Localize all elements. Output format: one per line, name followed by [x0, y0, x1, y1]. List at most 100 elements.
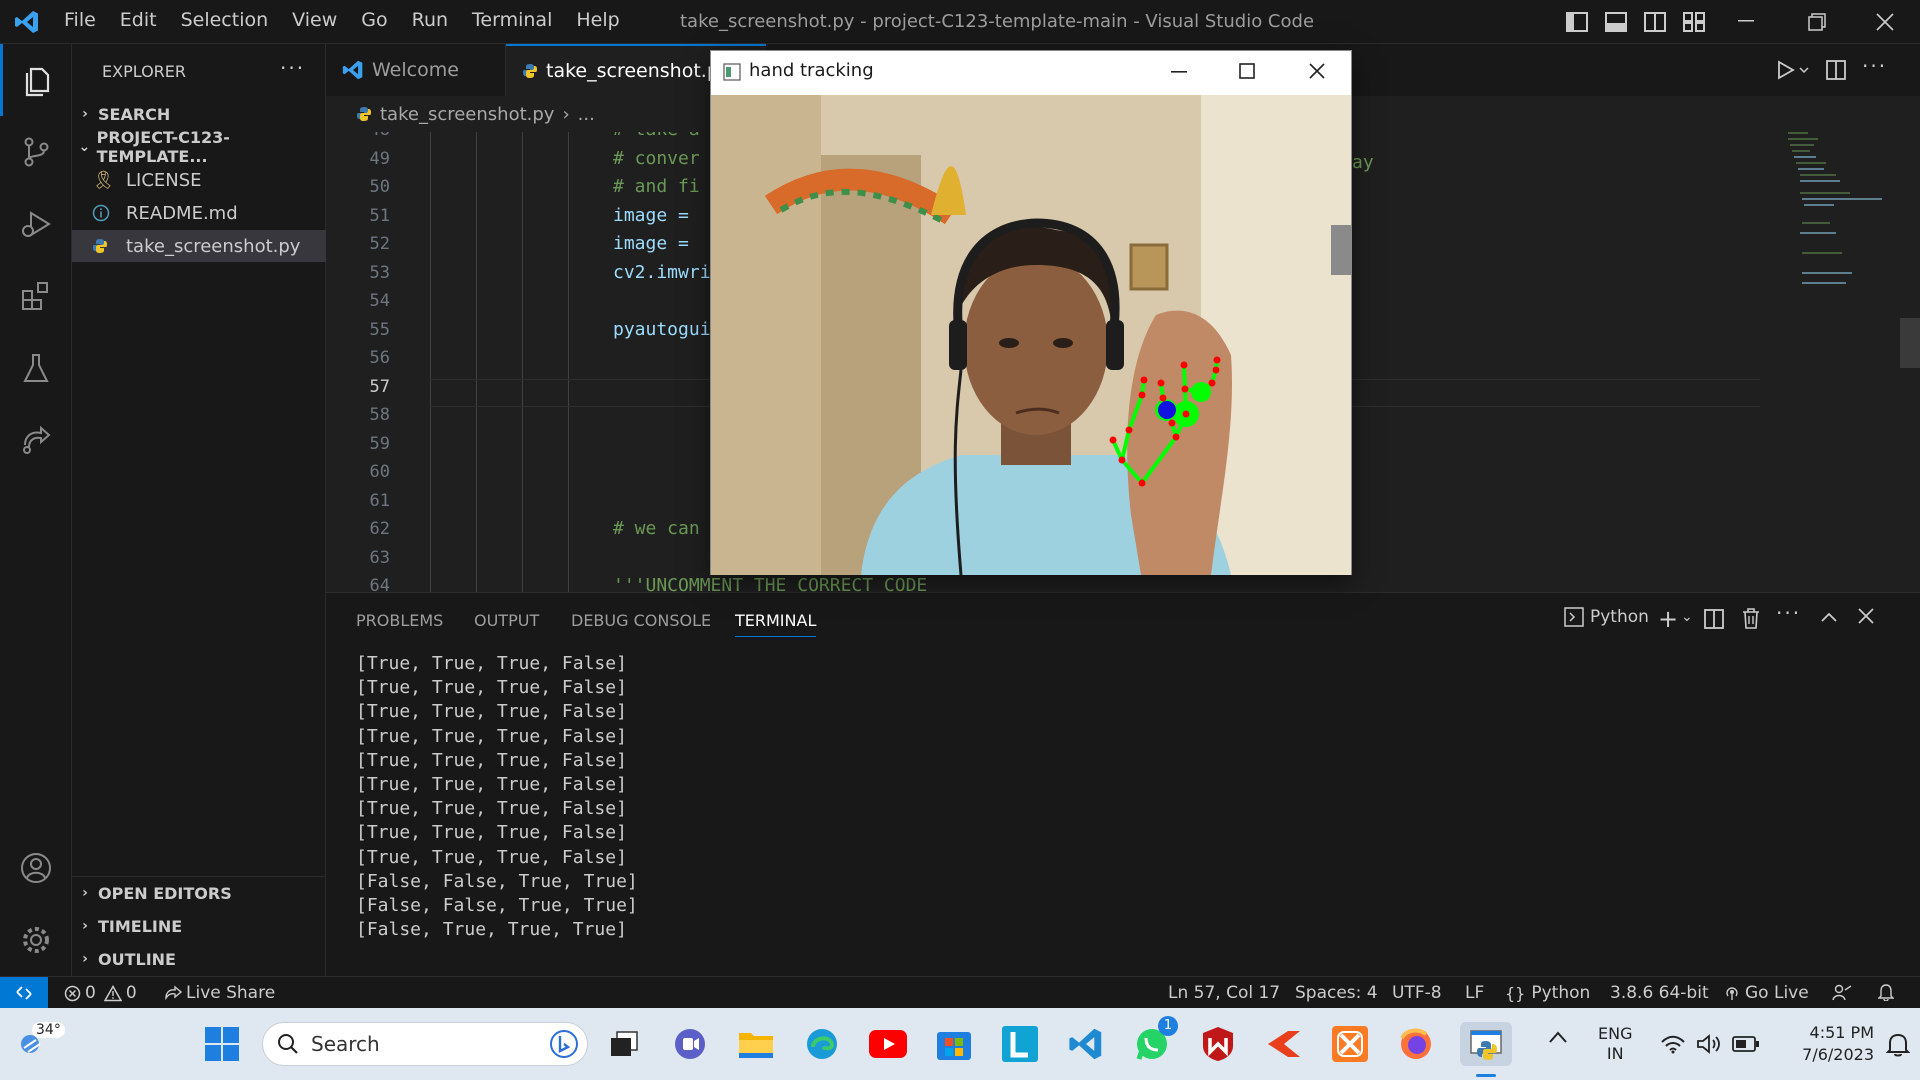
more-actions-icon[interactable]: ··· — [1776, 601, 1801, 625]
extensions-icon[interactable] — [0, 260, 72, 332]
go-live-button[interactable]: Go Live — [1724, 983, 1809, 1003]
search-section[interactable]: › SEARCH — [72, 98, 326, 130]
app-red-arrow-icon[interactable] — [1262, 1022, 1306, 1066]
close-panel-icon[interactable] — [1858, 608, 1874, 624]
terminal-line: [True, True, True, False] — [356, 677, 627, 699]
whatsapp-badge: 1 — [1158, 1016, 1178, 1036]
chevron-down-icon[interactable]: ⌄ — [1681, 609, 1693, 625]
problems-indicator[interactable]: 0 0 — [64, 983, 137, 1003]
feedback-icon[interactable] — [1832, 983, 1852, 1001]
clock-time: 4:51 PM — [1809, 1023, 1874, 1042]
customize-layout-icon[interactable] — [1683, 12, 1705, 32]
source-control-icon[interactable] — [0, 116, 72, 188]
file-license[interactable]: 🎗 LICENSE — [72, 164, 326, 196]
input-language[interactable]: ENG IN — [1598, 1024, 1632, 1064]
run-debug-icon[interactable] — [0, 188, 72, 260]
window-close-icon[interactable] — [1309, 63, 1325, 79]
kill-terminal-icon[interactable] — [1742, 607, 1760, 629]
menu-go[interactable]: Go — [361, 9, 387, 31]
live-share-button[interactable]: Live Share — [164, 983, 275, 1003]
indentation[interactable]: Spaces: 4 — [1295, 983, 1378, 1003]
toggle-panel-icon[interactable] — [1605, 12, 1627, 32]
edge-browser-icon[interactable] — [800, 1022, 844, 1066]
mcafee-icon[interactable] — [1196, 1022, 1240, 1066]
explorer-icon[interactable] — [0, 44, 72, 116]
minimap[interactable] — [1786, 132, 1896, 332]
python-interpreter[interactable]: 3.8.6 64-bit — [1610, 983, 1709, 1003]
whatsapp-icon[interactable]: 1 — [1130, 1016, 1178, 1066]
l-app-icon[interactable] — [998, 1022, 1042, 1066]
panel-tab-terminal[interactable]: TERMINAL — [735, 611, 817, 637]
toggle-secondary-sidebar-icon[interactable] — [1644, 12, 1666, 32]
cursor-position[interactable]: Ln 57, Col 17 — [1168, 983, 1280, 1003]
toggle-sidebar-icon[interactable] — [1566, 12, 1588, 32]
windows-start-icon[interactable] — [200, 1022, 244, 1066]
notification-center-icon[interactable] — [1886, 1032, 1910, 1058]
split-editor-icon[interactable] — [1826, 60, 1846, 80]
language-mode[interactable]: {} Python — [1505, 983, 1590, 1003]
volume-icon[interactable] — [1696, 1034, 1722, 1054]
notifications-bell-icon[interactable] — [1878, 983, 1894, 1001]
terminal-shell-selector[interactable]: Python — [1564, 607, 1649, 627]
editor-scrollbar[interactable] — [1900, 318, 1920, 368]
menu-selection[interactable]: Selection — [181, 9, 269, 31]
end-of-line[interactable]: LF — [1465, 983, 1484, 1003]
terminal-output[interactable]: [True, True, True, False] [True, True, Tr… — [326, 653, 1920, 973]
menu-terminal[interactable]: Terminal — [472, 9, 552, 31]
account-icon[interactable] — [0, 832, 72, 904]
file-readme[interactable]: README.md — [72, 197, 326, 229]
outline-section[interactable]: › OUTLINE — [72, 943, 326, 975]
more-actions-icon[interactable]: ··· — [280, 56, 305, 80]
panel-tab-output[interactable]: OUTPUT — [474, 611, 539, 630]
code-line: # and fi — [613, 176, 700, 197]
remote-explorer-icon[interactable] — [0, 404, 72, 476]
teams-chat-icon[interactable] — [668, 1022, 712, 1066]
open-editors-section[interactable]: › OPEN EDITORS — [72, 877, 326, 909]
breadcrumb-symbol[interactable]: ... — [578, 104, 595, 125]
menu-run[interactable]: Run — [412, 9, 448, 31]
hand-tracking-window[interactable]: hand tracking — [710, 50, 1352, 575]
youtube-icon[interactable] — [866, 1022, 910, 1066]
bing-icon[interactable] — [549, 1029, 579, 1059]
settings-gear-icon[interactable] — [0, 904, 72, 976]
task-view-icon[interactable] — [602, 1022, 646, 1066]
file-explorer-icon[interactable] — [734, 1022, 778, 1066]
file-take-screenshot[interactable]: take_screenshot.py — [72, 230, 326, 262]
microsoft-store-icon[interactable] — [932, 1022, 976, 1066]
remote-indicator[interactable] — [0, 977, 48, 1009]
window-maximize-icon[interactable] — [1239, 63, 1255, 79]
maximize-panel-icon[interactable] — [1820, 611, 1838, 623]
timeline-section[interactable]: › TIMELINE — [72, 910, 326, 942]
split-terminal-icon[interactable] — [1704, 609, 1724, 629]
firefox-icon[interactable] — [1394, 1022, 1438, 1066]
weather-widget[interactable]: 34° — [14, 1022, 65, 1062]
show-hidden-icons-chevron-up-icon[interactable] — [1548, 1030, 1568, 1044]
vscode-taskbar-icon[interactable] — [1064, 1022, 1108, 1066]
breadcrumb-file[interactable]: take_screenshot.py — [380, 104, 554, 125]
window-minimize-icon[interactable] — [1171, 71, 1187, 73]
testing-flask-icon[interactable] — [0, 332, 72, 404]
menu-view[interactable]: View — [292, 9, 337, 31]
new-terminal-icon[interactable]: + — [1658, 605, 1678, 633]
taskbar-search-box[interactable]: Search — [262, 1022, 588, 1066]
restore-icon[interactable] — [1808, 13, 1826, 31]
menu-edit[interactable]: Edit — [120, 9, 157, 31]
system-clock[interactable]: 4:51 PM 7/6/2023 — [1780, 1022, 1874, 1066]
encoding[interactable]: UTF-8 — [1392, 983, 1442, 1003]
panel-tab-problems[interactable]: PROBLEMS — [356, 611, 443, 630]
minimize-icon[interactable] — [1738, 20, 1754, 22]
python-taskbar-icon[interactable] — [1460, 1022, 1512, 1066]
project-folder[interactable]: ⌄ PROJECT-C123-TEMPLATE... — [72, 128, 326, 166]
more-actions-icon[interactable]: ··· — [1862, 54, 1887, 78]
run-python-icon[interactable] — [1776, 60, 1810, 80]
wifi-icon[interactable] — [1660, 1034, 1686, 1054]
panel-tab-debug-console[interactable]: DEBUG CONSOLE — [571, 611, 711, 630]
menu-file[interactable]: File — [64, 9, 96, 31]
close-icon[interactable] — [1876, 13, 1894, 31]
battery-icon[interactable] — [1732, 1035, 1760, 1053]
xampp-icon[interactable] — [1328, 1022, 1372, 1066]
activity-bar — [0, 44, 72, 976]
menu-help[interactable]: Help — [576, 9, 619, 31]
tab-welcome[interactable]: Welcome — [326, 44, 506, 96]
line-number: 59 — [369, 433, 390, 454]
